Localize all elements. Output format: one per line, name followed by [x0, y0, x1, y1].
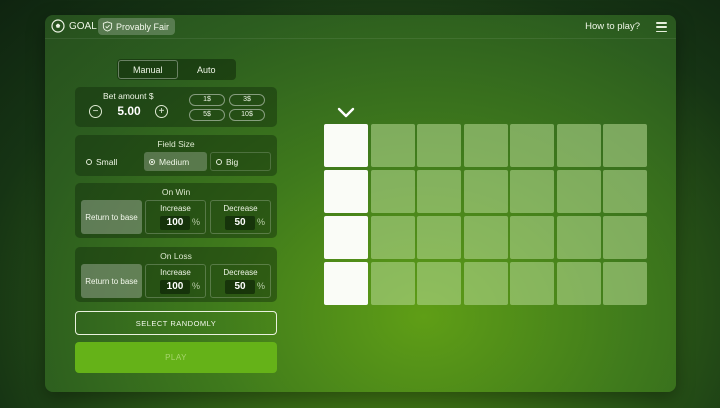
top-bar: GOAL Provably Fair How to play?: [45, 15, 676, 39]
quick-bet-10[interactable]: 10$: [229, 109, 265, 121]
mode-tabs: Manual Auto: [117, 59, 236, 80]
board-cell[interactable]: [463, 170, 508, 213]
bet-amount-value[interactable]: 5.00: [109, 104, 149, 118]
provably-fair-label: Provably Fair: [116, 21, 170, 32]
on-win-decrease-input[interactable]: 50: [225, 216, 255, 230]
select-randomly-button[interactable]: SELECT RANDOMLY: [75, 311, 277, 335]
board-cell[interactable]: [510, 216, 554, 259]
percent-sign: %: [257, 281, 266, 291]
on-win-decrease-label: Decrease: [223, 204, 258, 213]
percent-sign: %: [192, 281, 201, 291]
on-loss-decrease-input[interactable]: 50: [225, 280, 255, 294]
on-loss-panel: On Loss Return to base Increase 100 % De…: [75, 247, 277, 302]
board-cell[interactable]: [417, 124, 461, 167]
logo-text: GOAL: [69, 20, 97, 32]
decrease-bet-button[interactable]: −: [89, 105, 102, 118]
board-cell[interactable]: [463, 262, 508, 305]
on-loss-title: On Loss: [160, 251, 192, 261]
on-win-increase-input[interactable]: 100: [160, 216, 190, 230]
logo: GOAL: [51, 19, 97, 33]
board-cell[interactable]: [417, 170, 461, 213]
board-cell[interactable]: [510, 170, 554, 213]
board-cell[interactable]: [417, 262, 461, 305]
percent-sign: %: [257, 217, 266, 227]
soccer-ball-icon: [51, 19, 65, 33]
on-loss-increase-label: Increase: [160, 268, 191, 277]
on-win-title: On Win: [161, 187, 191, 197]
quick-bet-3[interactable]: 3$: [229, 94, 265, 106]
field-size-big[interactable]: Big: [210, 152, 271, 171]
board-cell[interactable]: [370, 262, 415, 305]
bet-amount-panel: Bet amount $ − 5.00 + 1$ 3$ 5$ 10$: [75, 87, 277, 127]
board-cell[interactable]: [556, 262, 601, 305]
on-win-increase-label: Increase: [160, 204, 191, 213]
board-cell[interactable]: [417, 216, 461, 259]
on-win-return-to-base-button[interactable]: Return to base: [81, 200, 142, 234]
hamburger-menu-icon[interactable]: [656, 22, 667, 32]
field-size-title: Field Size: [157, 139, 195, 149]
on-win-panel: On Win Return to base Increase 100 % Dec…: [75, 183, 277, 238]
field-size-panel: Field Size Small Medium Big: [75, 135, 277, 176]
board-cell[interactable]: [370, 216, 415, 259]
percent-sign: %: [192, 217, 201, 227]
board-cell[interactable]: [603, 216, 647, 259]
on-loss-return-to-base-button[interactable]: Return to base: [81, 264, 142, 298]
game-frame: GOAL Provably Fair How to play? Manual A…: [45, 15, 676, 392]
board-cell[interactable]: [324, 262, 368, 305]
field-size-big-label: Big: [226, 156, 239, 167]
board-cell[interactable]: [370, 170, 415, 213]
board-cell[interactable]: [370, 124, 415, 167]
on-win-decrease-box: Decrease 50 %: [210, 200, 271, 234]
on-win-increase-box: Increase 100 %: [145, 200, 206, 234]
board-cell[interactable]: [324, 170, 368, 213]
board-cell[interactable]: [603, 124, 647, 167]
field-size-small-label: Small: [96, 156, 118, 167]
tab-auto[interactable]: Auto: [178, 60, 236, 79]
on-loss-decrease-label: Decrease: [223, 268, 258, 277]
field-size-medium[interactable]: Medium: [144, 152, 207, 171]
radio-icon: [216, 158, 222, 165]
board-cell[interactable]: [510, 124, 554, 167]
on-loss-increase-input[interactable]: 100: [160, 280, 190, 294]
board-cell[interactable]: [556, 216, 601, 259]
bet-amount-label: Bet amount $: [103, 91, 154, 101]
board-cell[interactable]: [463, 124, 508, 167]
board-cell[interactable]: [324, 216, 368, 259]
chevron-down-icon: [337, 107, 355, 118]
quick-bet-1[interactable]: 1$: [189, 94, 225, 106]
board-cell[interactable]: [463, 216, 508, 259]
board-cell[interactable]: [603, 170, 647, 213]
board-cell[interactable]: [510, 262, 554, 305]
radio-selected-icon: [149, 158, 155, 165]
board-cell[interactable]: [556, 124, 601, 167]
board-cell[interactable]: [556, 170, 601, 213]
play-button[interactable]: PLAY: [75, 342, 277, 373]
field-size-medium-label: Medium: [159, 156, 190, 167]
increase-bet-button[interactable]: +: [155, 105, 168, 118]
quick-bet-5[interactable]: 5$: [189, 109, 225, 121]
board-cell[interactable]: [324, 124, 368, 167]
field-size-small[interactable]: Small: [81, 152, 141, 171]
board-cell[interactable]: [603, 262, 647, 305]
provably-fair-button[interactable]: Provably Fair: [98, 18, 176, 35]
on-loss-decrease-box: Decrease 50 %: [210, 264, 271, 298]
tab-manual[interactable]: Manual: [118, 60, 178, 79]
how-to-play-link[interactable]: How to play?: [585, 21, 640, 32]
shield-check-icon: [102, 21, 113, 32]
on-loss-increase-box: Increase 100 %: [145, 264, 206, 298]
radio-icon: [86, 158, 92, 165]
